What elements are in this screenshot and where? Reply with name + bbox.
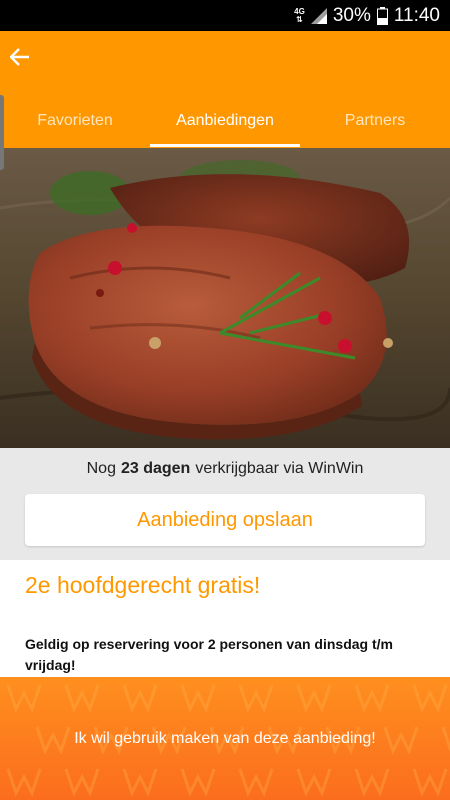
tab-favorieten[interactable]: Favorieten (0, 93, 150, 148)
remaining-days: 23 dagen (120, 460, 191, 477)
save-offer-button[interactable]: Aanbieding opslaan (25, 494, 425, 546)
offer-title: 2e hoofdgerecht gratis! (25, 572, 261, 598)
availability-text: Nog 23 dagen verkrijgbaar via WinWin (86, 460, 364, 477)
battery-icon (376, 6, 388, 25)
offer-conditions: Geldig op reservering voor 2 personen va… (25, 636, 393, 673)
arrow-left-icon (10, 48, 29, 66)
offer-image (0, 148, 450, 448)
tab-bar: Favorieten Aanbiedingen Partners (0, 93, 450, 148)
network-type: 4G ⇅ (294, 6, 305, 24)
app-bar: Favorieten Aanbiedingen Partners (0, 31, 450, 148)
status-bar: 4G ⇅ 30% 11:40 (0, 0, 450, 31)
use-offer-button[interactable]: Ik wil gebruik maken van deze aanbieding… (0, 677, 450, 800)
signal-icon (310, 7, 327, 24)
battery-percentage: 30% (332, 4, 371, 26)
back-button[interactable] (6, 43, 34, 71)
tab-partners[interactable]: Partners (300, 93, 450, 148)
drawer-handle[interactable] (0, 95, 4, 170)
offer-card: 2e hoofdgerecht gratis! Geldig op reserv… (0, 560, 450, 680)
tab-aanbiedingen[interactable]: Aanbiedingen (150, 93, 300, 148)
use-offer-label: Ik wil gebruik maken van deze aanbieding… (74, 729, 376, 747)
clock: 11:40 (393, 4, 440, 26)
